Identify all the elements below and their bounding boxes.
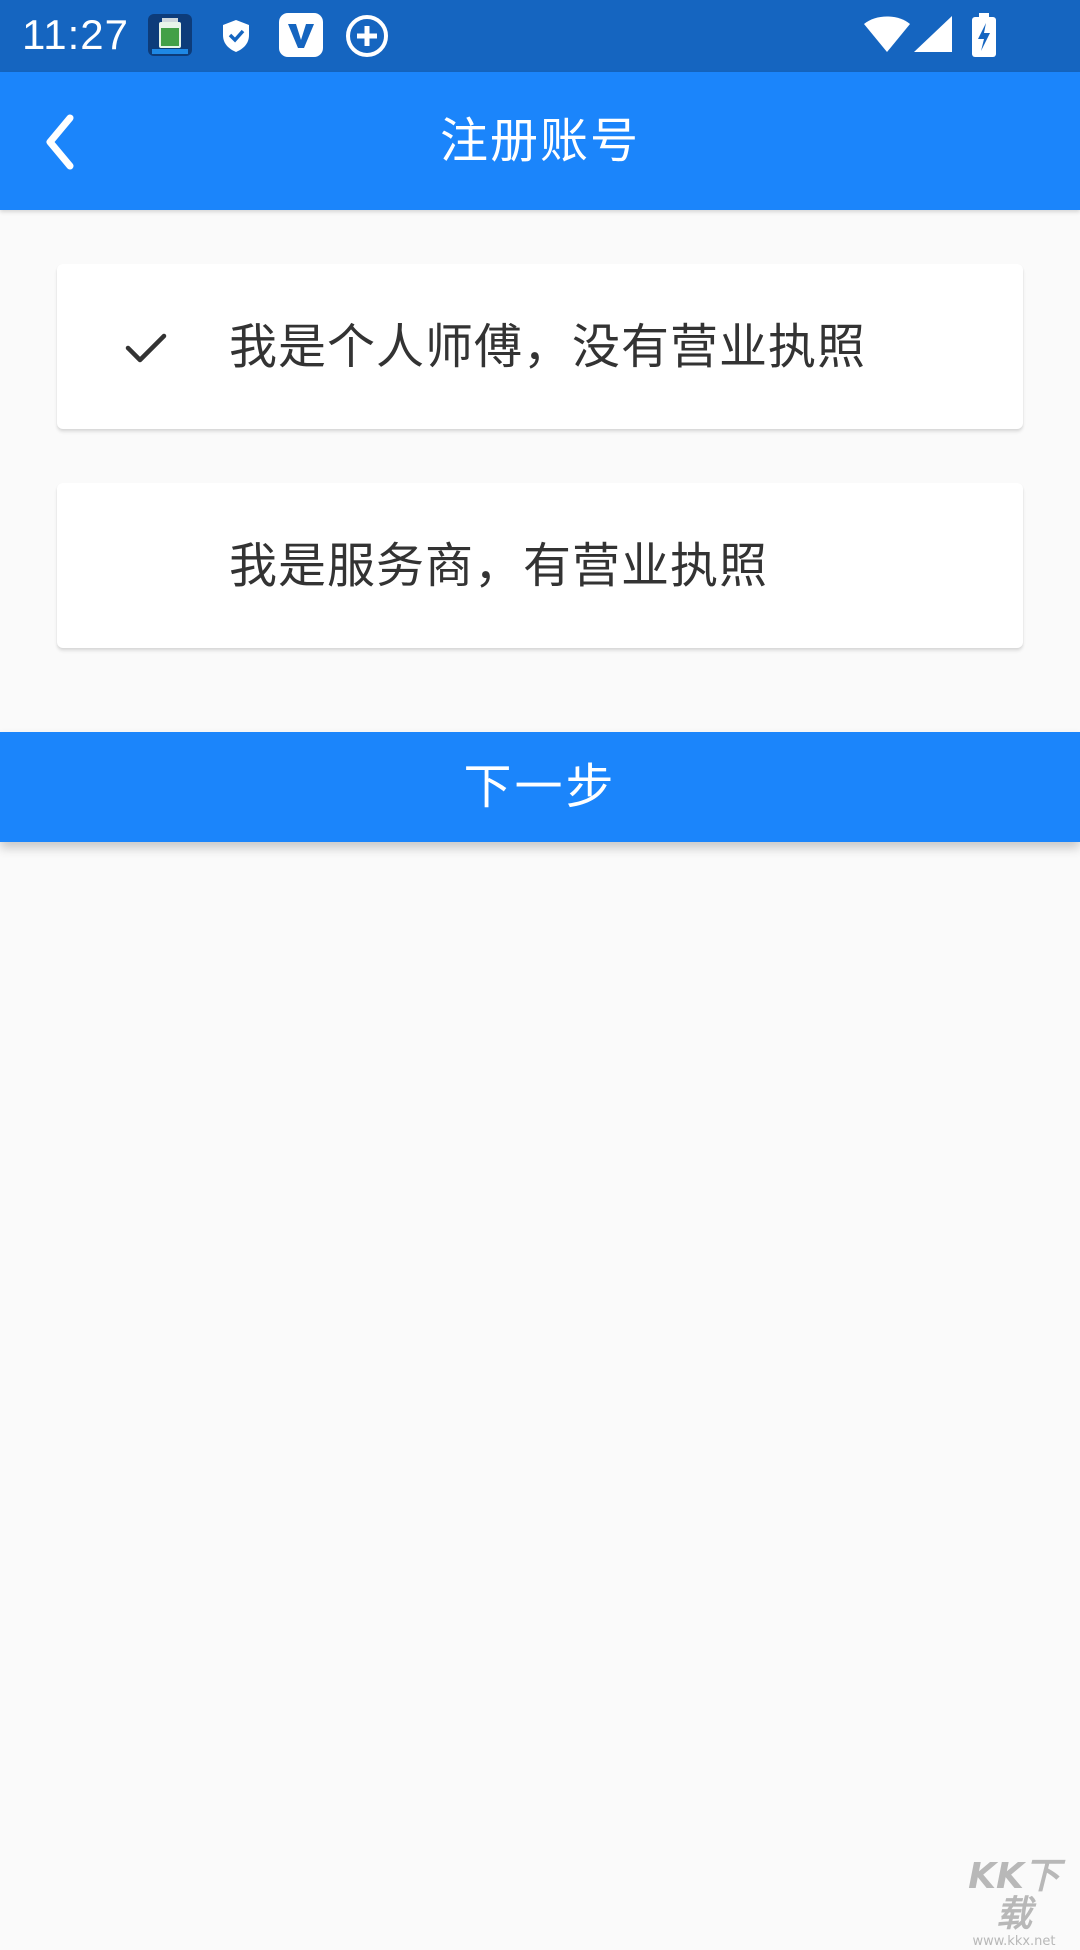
battery-charging-icon bbox=[970, 12, 998, 62]
option-service-provider[interactable]: 我是服务商，有营业执照 bbox=[57, 483, 1023, 648]
shield-icon bbox=[220, 18, 252, 58]
app-bar: 注册账号 bbox=[0, 72, 1080, 210]
next-step-button[interactable]: 下一步 bbox=[0, 732, 1080, 842]
check-icon bbox=[125, 333, 167, 363]
option-label: 我是个人师傅，没有营业执照 bbox=[229, 319, 867, 375]
option-label: 我是服务商，有营业执照 bbox=[229, 538, 769, 594]
watermark-logo: KK下载 bbox=[968, 1856, 1060, 1935]
watermark: KK下载 www.kkx.net bbox=[954, 1858, 1074, 1950]
plus-circle-icon bbox=[345, 14, 389, 62]
status-bar: 11:27 bbox=[0, 0, 1080, 72]
status-time: 11:27 bbox=[22, 11, 129, 58]
page-title: 注册账号 bbox=[439, 113, 640, 169]
option-individual-master[interactable]: 我是个人师傅，没有营业执照 bbox=[57, 264, 1023, 429]
watermark-url: www.kkx.net bbox=[972, 1934, 1056, 1949]
wifi-icon bbox=[862, 14, 912, 58]
cellular-signal-icon bbox=[912, 14, 954, 58]
battery-app-icon bbox=[146, 12, 194, 62]
v-app-icon bbox=[278, 12, 324, 62]
